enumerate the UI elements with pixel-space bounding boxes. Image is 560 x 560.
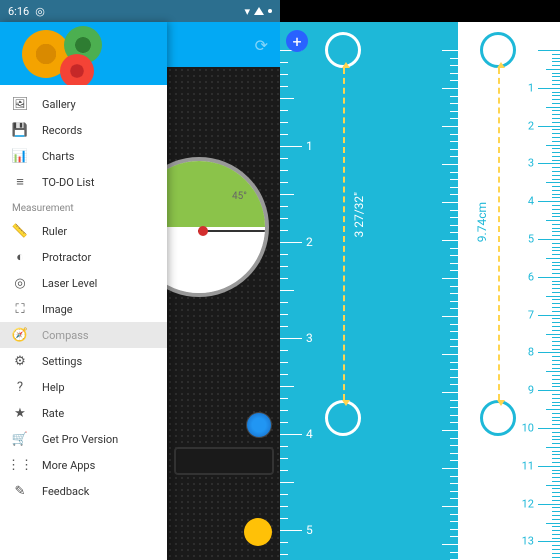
inch-label: 5 [306,523,313,537]
cm-label: 9 [528,384,534,397]
menu-label: Ruler [42,225,67,238]
menu-label: Feedback [42,485,89,498]
menu-icon: 📊 [12,148,28,164]
inch-label: 4 [306,427,313,441]
inch-label: 3 [306,331,313,345]
menu-icon: 🧭 [12,327,28,343]
menu-icon: ⚙ [12,353,28,369]
menu-label: Get Pro Version [42,433,118,446]
menu-item-laser-level[interactable]: ◎ Laser Level [0,270,167,296]
cm-label: 13 [522,535,534,548]
arrow-up-icon [497,62,505,68]
menu-label: Protractor [42,251,91,264]
section-header-measurement: Measurement [0,195,167,218]
refresh-icon[interactable]: ⟳ [255,36,268,55]
menu-item-get-pro-version[interactable]: 🛒 Get Pro Version [0,426,167,452]
cm-label: 5 [528,233,534,246]
cm-label: 11 [522,459,534,472]
navigation-drawer: 🖼 Gallery 💾 Records 📊 Charts ≡ TO-DO List Measur… [0,22,167,560]
menu-icon: ✎ [12,483,28,499]
menu-item-compass[interactable]: 🧭 Compass [0,322,167,348]
menu-item-charts[interactable]: 📊 Charts [0,143,167,169]
menu-icon: 🖼 [12,96,28,112]
menu-icon: ★ [12,405,28,421]
cm-label: 7 [528,308,534,321]
menu-item-to-do-list[interactable]: ≡ TO-DO List [0,169,167,195]
wifi-icon: ▾ [244,5,250,18]
compass-center [198,226,208,236]
compass-needle [198,230,268,232]
mm-ticks-inner [438,22,458,560]
menu-icon: ◎ [12,275,28,291]
menu-item-settings[interactable]: ⚙ Settings [0,348,167,374]
cm-label: 12 [522,497,534,510]
menu-item-help[interactable]: ? Help [0,374,167,400]
cm-label: 2 [528,119,534,132]
arrow-up-icon [342,62,350,68]
status-bar-right [280,0,560,22]
cm-label: 3 [528,157,534,170]
measure-line-inch [343,68,345,400]
drawer-menu: 🖼 Gallery 💾 Records 📊 Charts ≡ TO-DO List Measur… [0,85,167,510]
menu-label: More Apps [42,459,95,472]
menu-label: Gallery [42,98,76,111]
menu-label: Charts [42,150,74,163]
add-button[interactable]: + [286,30,308,52]
signal-icon [254,7,264,15]
inch-label: 2 [306,235,313,249]
dial-mark-45-bottom: 45° [232,252,247,263]
menu-label: Settings [42,355,82,368]
instagram-icon: ◎ [35,5,45,18]
menu-icon: 💾 [12,122,28,138]
arrow-down-icon [497,400,505,406]
fab-button[interactable] [244,518,272,546]
globe-button[interactable] [246,412,272,438]
ruler-app[interactable]: + 12345 12345678910111213 3 27/32" 9.74c… [280,22,560,560]
menu-item-records[interactable]: 💾 Records [0,117,167,143]
compass-background: 45° 45° [167,67,280,560]
menu-item-image[interactable]: ⛶ Image [0,296,167,322]
arrow-down-icon [342,400,350,406]
menu-item-protractor[interactable]: ◐ Protractor [0,244,167,270]
menu-icon: ≡ [12,174,28,190]
menu-icon: ⋮⋮ [12,457,28,473]
menu-icon: 🛒 [12,431,28,447]
menu-label: Compass [42,329,89,342]
menu-item-feedback[interactable]: ✎ Feedback [0,478,167,504]
cm-label: 4 [528,195,534,208]
menu-icon: 📏 [12,223,28,239]
menu-icon: ◐ [12,249,28,265]
cm-label: 8 [528,346,534,359]
menu-icon: ⛶ [12,301,28,317]
menu-item-rate[interactable]: ★ Rate [0,400,167,426]
status-time: 6:16 [8,5,29,18]
menu-label: Laser Level [42,277,97,290]
battery-icon [268,9,272,13]
cm-label: 10 [522,422,534,435]
gear-icon-red [60,54,94,85]
measurement-inch: 3 27/32" [352,192,366,238]
cm-ticks: 12345678910111213 [530,22,560,560]
inch-label: 1 [306,139,313,153]
menu-item-gallery[interactable]: 🖼 Gallery [0,91,167,117]
measure-line-cm [498,68,500,400]
menu-item-ruler[interactable]: 📏 Ruler [0,218,167,244]
menu-item-more-apps[interactable]: ⋮⋮ More Apps [0,452,167,478]
menu-label: TO-DO List [42,176,94,189]
ruler-inch-side[interactable]: + 1 2 3 4 5 [280,22,458,560]
dial-mark-45-top: 45° [232,191,247,202]
inch-ticks: 1 2 3 4 5 [280,22,310,560]
menu-icon: ? [12,379,28,395]
cm-label: 6 [528,270,534,283]
menu-label: Image [42,303,73,316]
measurement-cm: 9.74cm [475,202,489,242]
menu-label: Records [42,124,82,137]
menu-label: Help [42,381,65,394]
status-bar: 6:16 ◎ ▾ [0,0,280,22]
display-bar[interactable] [174,447,274,475]
cm-label: 1 [528,81,534,94]
menu-label: Rate [42,407,64,420]
drawer-header [0,22,167,85]
